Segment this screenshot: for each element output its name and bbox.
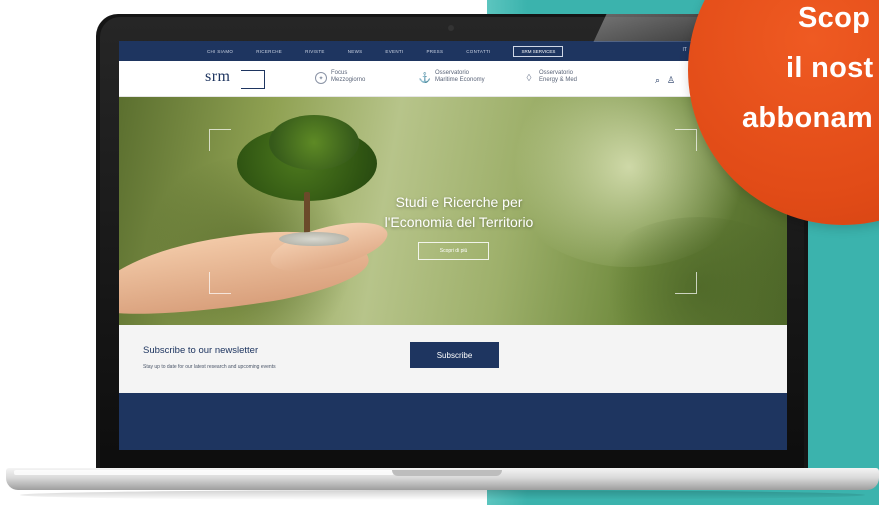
srm-services-button[interactable]: SRM Services	[513, 45, 564, 57]
topnav-item-contatti[interactable]: Contatti	[466, 49, 490, 54]
nav-item-maritime-economy[interactable]: ⚓ Osservatorio Maritime Economy	[419, 70, 485, 84]
tree-canopy-top	[269, 115, 359, 170]
topnav-item-riviste[interactable]: Riviste	[305, 49, 325, 54]
frame-corner-bottom-right	[675, 272, 697, 294]
subscribe-button[interactable]: Subscribe	[410, 342, 499, 368]
drop-icon: ◊	[526, 72, 532, 84]
frame-corner-top-left	[209, 129, 231, 151]
language-switch[interactable]: IT	[683, 47, 687, 53]
srm-logo[interactable]: srm	[205, 68, 231, 86]
frame-corner-top-right	[675, 129, 697, 151]
topnav-item-news[interactable]: News	[348, 49, 363, 54]
nav-item-line2: Maritime Economy	[435, 77, 485, 83]
laptop-camera	[448, 25, 454, 31]
nav-item-line2: Mezzogiorno	[331, 77, 366, 83]
site-footer	[119, 393, 787, 450]
coins	[279, 232, 349, 246]
nav-item-line1: Focus	[331, 70, 348, 76]
search-icon[interactable]: ⌕	[655, 75, 660, 86]
site-header: srm ✦ Focus Mezzogiorno ⚓ Osservatorio Mar…	[119, 61, 787, 97]
hero-banner: Studi e Ricerche per l'Economia del Terr…	[119, 97, 787, 325]
promo-text-line2: il nost	[786, 52, 874, 84]
newsletter-section: Subscribe to our newsletter Stay up to d…	[119, 325, 787, 393]
frame-corner-bottom-left	[209, 272, 231, 294]
top-navigation-bar: Chi siamo Ricerche Riviste News Eventi P…	[119, 41, 787, 61]
laptop-screen: Chi siamo Ricerche Riviste News Eventi P…	[119, 41, 787, 450]
nav-item-line2: Energy & Med	[539, 77, 578, 83]
promo-text-line3: abbonam	[742, 102, 873, 134]
nav-item-focus-mezzogiorno[interactable]: ✦ Focus Mezzogiorno	[315, 70, 365, 84]
promo-text-line1: Scop	[798, 2, 871, 34]
nav-item-energy-med[interactable]: ◊ Osservatorio Energy & Med	[523, 70, 578, 84]
hero-title-line1: Studi e Ricerche per	[395, 194, 523, 210]
laptop-base-notch	[392, 470, 502, 476]
nav-item-line1: Osservatorio	[539, 70, 574, 76]
laptop-shadow	[20, 490, 865, 500]
topnav-item-ricerche[interactable]: Ricerche	[256, 49, 282, 54]
topnav-item-chi-siamo[interactable]: Chi siamo	[207, 49, 233, 54]
header-icons: ⌕ ♙	[655, 75, 675, 86]
compass-icon: ✦	[315, 72, 327, 84]
newsletter-title: Subscribe to our newsletter	[143, 345, 259, 356]
user-icon[interactable]: ♙	[667, 75, 675, 86]
discover-button[interactable]: Scopri di più	[418, 242, 489, 260]
srm-logo-mark	[241, 70, 265, 89]
topnav-item-press[interactable]: Press	[426, 49, 443, 54]
newsletter-subtitle: Stay up to date for our latest research …	[143, 364, 276, 370]
topnav-item-eventi[interactable]: Eventi	[385, 49, 403, 54]
hero-title: Studi e Ricerche per l'Economia del Terr…	[339, 192, 579, 232]
hero-title-line2: l'Economia del Territorio	[384, 214, 534, 230]
laptop-base-highlight	[14, 470, 394, 475]
anchor-icon: ⚓	[418, 72, 432, 84]
promo-image: Chi siamo Ricerche Riviste News Eventi P…	[0, 0, 879, 505]
nav-item-line1: Osservatorio	[435, 70, 470, 76]
